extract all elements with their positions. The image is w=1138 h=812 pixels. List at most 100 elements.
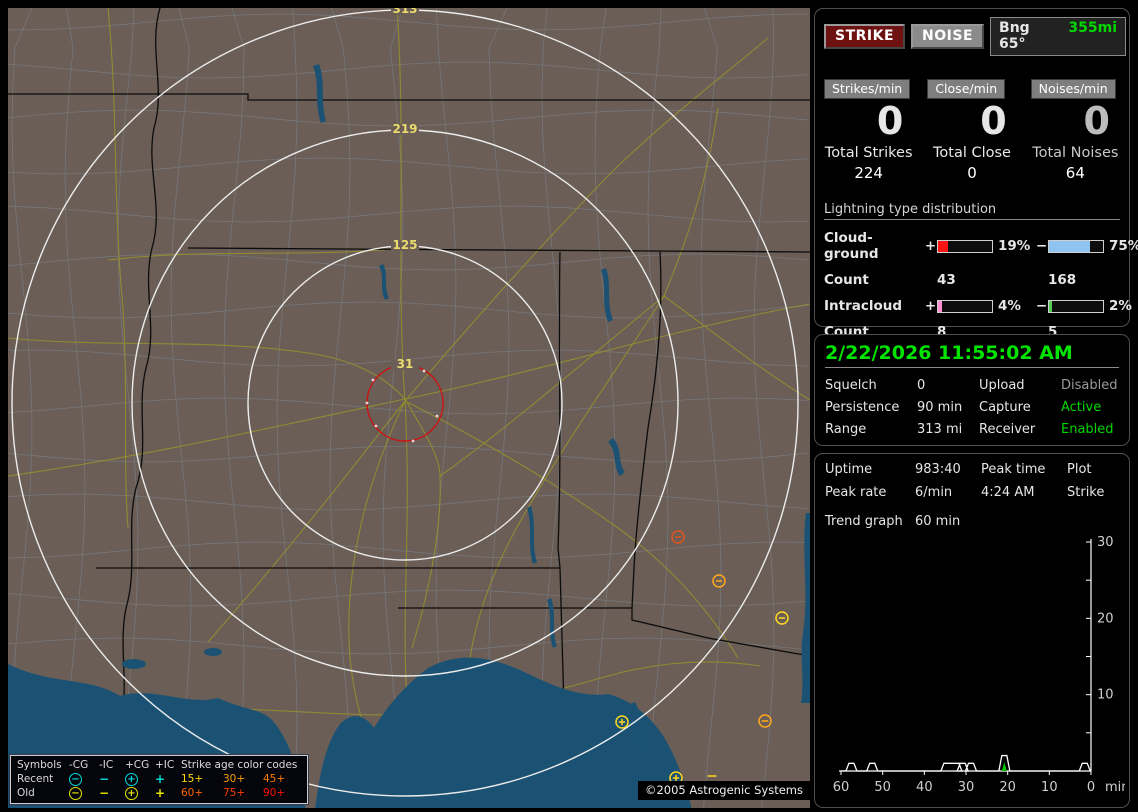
age-90: 90+ <box>263 787 286 799</box>
pos-cg-old-icon: + <box>125 787 138 800</box>
squelch-value: 0 <box>917 378 926 393</box>
svg-text:20: 20 <box>1097 611 1114 626</box>
legend-row-old: Old − − + + 60+ 75+ 90+ <box>17 786 301 800</box>
range-value: 313 mi <box>917 422 963 437</box>
trend-graph-chart: 10 20 30 60 50 40 30 20 10 0 min <box>833 535 1130 795</box>
legend-col-neg-cg: -CG <box>69 759 89 771</box>
svg-text:60: 60 <box>833 780 850 795</box>
noises-per-min-value: 0 <box>1083 99 1110 143</box>
legend-row-recent: Recent − − + + 15+ 30+ 45+ <box>17 772 301 786</box>
svg-text:30: 30 <box>1097 535 1114 550</box>
upload-status: Disabled <box>1061 378 1118 393</box>
svg-text:31: 31 <box>397 357 414 371</box>
symbol-legend: Symbols -CG -IC +CG +IC Strike age color… <box>9 754 309 805</box>
svg-text:219: 219 <box>392 122 417 136</box>
cg-positive-bar <box>937 239 993 253</box>
legend-col-symbols: Symbols <box>17 759 62 771</box>
squelch-label: Squelch <box>825 378 877 393</box>
pos-cg-recent-icon: + <box>125 773 138 786</box>
age-60: 60+ <box>181 787 204 799</box>
cg-negative-count: 168 <box>1048 272 1077 288</box>
lightning-map[interactable]: 313 219 125 31 Symbols -CG -IC +CG +IC Stri… <box>8 8 810 808</box>
intracloud-row: Intracloud + 4% − 2% <box>824 298 1132 314</box>
strikes-per-min-chip[interactable]: Strikes/min <box>824 79 911 99</box>
copyright-text: ©2005 Astrogenic Systems <box>637 781 810 800</box>
svg-text:10: 10 <box>1097 688 1114 703</box>
svg-text:40: 40 <box>916 780 933 795</box>
cg-positive-count: 43 <box>937 272 956 288</box>
cg-positive-pct: 19% <box>998 238 1031 254</box>
legend-header: Symbols -CG -IC +CG +IC Strike age color… <box>17 758 301 772</box>
pos-ic-recent-icon: + <box>155 772 166 786</box>
total-close-value: 0 <box>967 164 977 182</box>
trend-panel: Uptime 983:40 Peak time Plot Peak rate 6… <box>814 453 1130 808</box>
strikes-counter: Strikes/min 0 Total Strikes 224 <box>824 79 913 182</box>
svg-text:min: min <box>1105 780 1125 795</box>
capture-status: Active <box>1061 400 1102 415</box>
plot-label: Plot <box>1067 462 1092 477</box>
status-panel: 2/22/2026 11:55:02 AM Squelch 0 Upload D… <box>814 334 1130 446</box>
strike-button[interactable]: STRIKE <box>824 24 906 49</box>
cloud-ground-count-row: Count 43 168 <box>824 272 1120 288</box>
ic-negative-pct: 2% <box>1109 298 1132 314</box>
strikes-per-min-value: 0 <box>876 99 904 143</box>
map-canvas[interactable]: 313 219 125 31 <box>8 8 810 808</box>
bearing-range: 355mi <box>1068 20 1118 36</box>
distribution-header: Lightning type distribution <box>824 202 1120 220</box>
svg-text:125: 125 <box>392 238 417 252</box>
legend-col-neg-ic: -IC <box>99 759 114 771</box>
trend-window-value: 60 min <box>915 514 961 529</box>
close-per-min-chip[interactable]: Close/min <box>927 79 1006 99</box>
svg-text:20: 20 <box>999 780 1016 795</box>
svg-text:30: 30 <box>958 780 975 795</box>
peak-time-value: 4:24 AM <box>981 485 1035 500</box>
receiver-status: Enabled <box>1061 422 1114 437</box>
neg-ic-old-icon: − <box>99 786 110 800</box>
svg-text:0: 0 <box>1087 780 1095 795</box>
age-75: 75+ <box>223 787 246 799</box>
receiver-label: Receiver <box>979 422 1036 437</box>
noises-per-min-chip[interactable]: Noises/min <box>1030 79 1116 99</box>
capture-label: Capture <box>979 400 1031 415</box>
neg-cg-recent-icon: − <box>69 773 82 786</box>
svg-text:313: 313 <box>392 8 417 16</box>
counters-panel: STRIKE NOISE Bng 65° 355mi Strikes/min 0… <box>814 8 1138 340</box>
svg-text:50: 50 <box>874 780 891 795</box>
close-counter: Close/min 0 Total Close 0 <box>927 78 1016 182</box>
uptime-value: 983:40 <box>915 462 961 477</box>
legend-age-title: Strike age color codes <box>181 759 298 771</box>
ic-negative-bar <box>1048 299 1104 313</box>
peak-rate-value: 6/min <box>915 485 953 500</box>
age-15: 15+ <box>181 773 204 785</box>
bearing-display: Bng 65° 355mi <box>990 17 1127 56</box>
peak-time-label: Peak time <box>981 462 1046 477</box>
bearing-value: Bng 65° <box>999 20 1030 52</box>
neg-cg-old-icon: − <box>69 787 82 800</box>
trend-graph-label: Trend graph <box>825 514 903 529</box>
nexstorm-app: 313 219 125 31 Symbols -CG -IC +CG +IC Stri… <box>0 0 1138 812</box>
neg-ic-recent-icon: − <box>99 772 110 786</box>
total-noises-value: 64 <box>1065 164 1085 182</box>
cg-negative-pct: 75% <box>1109 238 1138 254</box>
cg-negative-bar <box>1048 239 1104 253</box>
age-30: 30+ <box>223 773 246 785</box>
ic-positive-pct: 4% <box>998 298 1021 314</box>
noises-counter: Noises/min 0 Total Noises 64 <box>1030 79 1119 182</box>
legend-col-pos-cg: +CG <box>125 759 150 771</box>
legend-col-pos-ic: +IC <box>155 759 175 771</box>
plot-mode-value: Strike <box>1067 485 1105 500</box>
age-45: 45+ <box>263 773 286 785</box>
svg-text:10: 10 <box>1041 780 1058 795</box>
upload-label: Upload <box>979 378 1025 393</box>
noise-button[interactable]: NOISE <box>911 24 985 49</box>
pos-ic-old-icon: + <box>155 786 166 800</box>
ic-positive-bar <box>937 299 993 313</box>
datetime-display: 2/22/2026 11:55:02 AM <box>825 342 1119 368</box>
total-strikes-value: 224 <box>854 164 883 182</box>
close-per-min-value: 0 <box>980 99 1007 143</box>
cloud-ground-row: Cloud-ground + 19% − 75% <box>824 230 1138 262</box>
uptime-label: Uptime <box>825 462 873 477</box>
peak-rate-label: Peak rate <box>825 485 887 500</box>
persistence-value: 90 min <box>917 400 963 415</box>
persistence-label: Persistence <box>825 400 900 415</box>
